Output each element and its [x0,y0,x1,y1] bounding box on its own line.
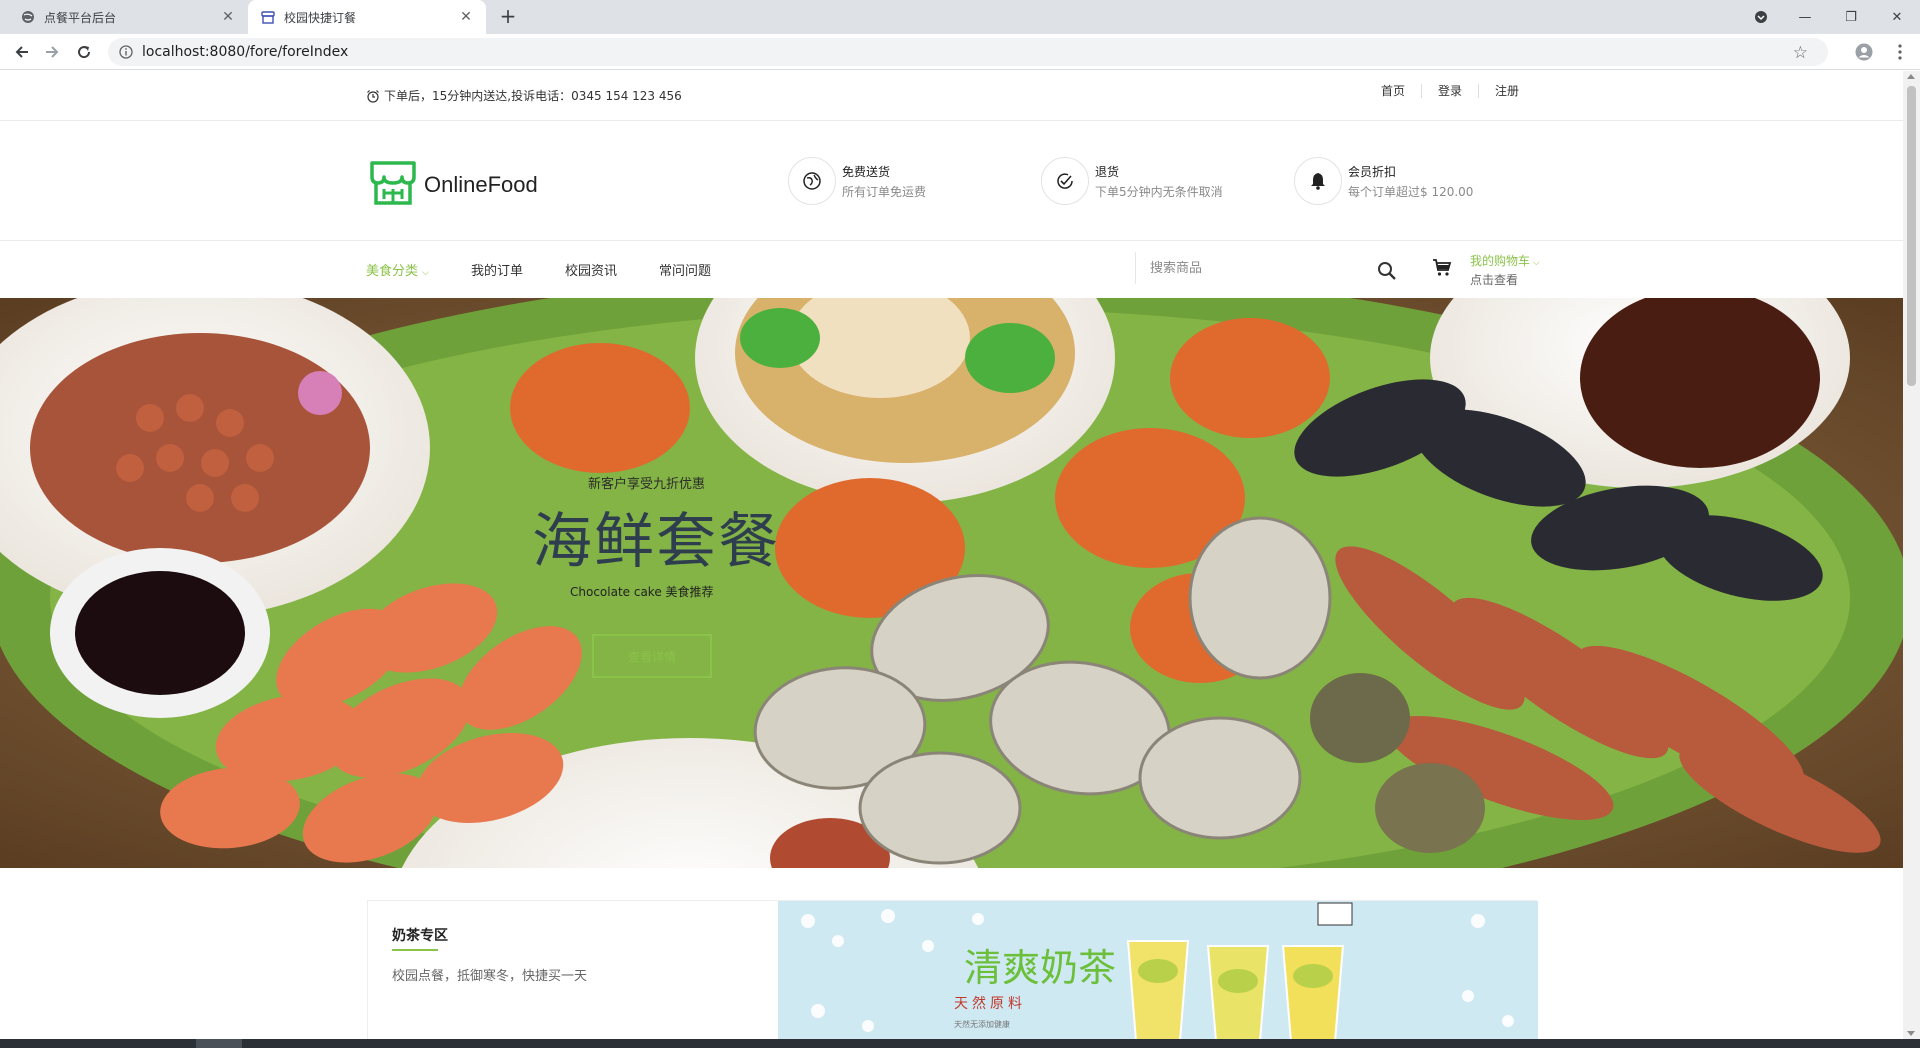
title-underline [392,949,438,951]
feature-free-delivery: 免费送货 所有订单免运费 [788,157,926,205]
home-link[interactable]: 首页 [1365,84,1421,98]
close-icon[interactable]: ✕ [458,9,474,25]
nav-label: 美食分类 [366,264,419,279]
milk-tea-banner-image [778,901,1538,1039]
section-title: 奶茶专区 [392,928,448,944]
cart-dropdown[interactable]: 我的购物车 ⌵ [1470,252,1540,269]
banner-subtitle: 天然原料 [954,996,1026,1012]
globe-favicon-icon [20,9,36,25]
feature-title: 退货 [1095,164,1120,179]
page-viewport: 下单后，15分钟内送达,投诉电话：0345 154 123 456 首页 登录 … [0,71,1903,1039]
hero-subtitle: 新客户享受九折优惠 [588,477,706,492]
feature-member-discount: 会员折扣 每个订单超过$ 120.00 [1294,157,1473,205]
hero-view-details-button[interactable]: 查看详情 [592,634,712,678]
notice-text: 下单后，15分钟内送达,投诉电话：0345 154 123 456 [384,89,682,103]
brand-name: OnlineFood [424,172,538,197]
forward-arrow-icon[interactable] [40,40,64,64]
browser-tab-admin[interactable]: 点餐平台后台 ✕ [8,0,248,34]
globe-icon [788,157,836,205]
os-taskbar [0,1039,1920,1048]
check-circle-icon [1041,157,1089,205]
cart-label: 我的购物车 [1470,254,1531,268]
alarm-clock-icon [366,89,380,103]
top-info-bar: 下单后，15分钟内送达,投诉电话：0345 154 123 456 首页 登录 … [0,71,1903,121]
feature-title: 会员折扣 [1348,164,1397,179]
browser-toolbar: localhost:8080/fore/foreIndex ☆ [0,34,1920,70]
banner-small-text: 天然无添加健康 [954,1020,1010,1029]
feature-subtitle: 所有订单免运费 [842,184,927,199]
nav-faq[interactable]: 常问问题 [659,260,711,279]
cart-view-link[interactable]: 点击查看 [1470,271,1518,288]
search-input[interactable] [1150,252,1398,284]
scrollbar-thumb[interactable] [1907,86,1916,386]
minimize-icon[interactable]: — [1782,0,1828,34]
nav-divider [1135,252,1136,284]
store-favicon-icon [260,9,276,25]
hero-title: 海鲜套餐 [532,507,780,577]
reload-icon[interactable] [72,40,96,64]
nav-food-categories[interactable]: 美食分类 ⌵ [366,260,429,279]
nav-menu: 美食分类 ⌵ 我的订单 校园资讯 常问问题 [366,260,753,279]
milk-tea-section: 奶茶专区 校园点餐，抵御寒冬，快捷买一天 清爽奶茶 天然原料 天然无添加健康 [367,900,1538,1039]
nav-campus-news[interactable]: 校园资讯 [565,260,617,279]
bookmark-star-icon[interactable]: ☆ [1793,43,1808,63]
chevron-down-icon: ⌵ [422,268,429,278]
login-link[interactable]: 登录 [1420,84,1478,98]
search-icon[interactable] [1376,260,1398,282]
taskbar-app-icon[interactable] [196,1039,242,1048]
browser-tab-ordering[interactable]: 校园快捷订餐 ✕ [248,0,486,34]
hero-description: Chocolate cake 美食推荐 [570,585,714,599]
feature-title: 免费送货 [842,164,891,179]
scroll-up-arrow-icon[interactable] [1907,74,1915,79]
menu-kebab-icon[interactable] [1888,40,1912,64]
seafood-platter-image [0,298,1903,868]
banner-title: 清爽奶茶 [964,946,1117,990]
info-icon[interactable] [118,44,134,60]
storefront-logo-icon [368,159,418,211]
tab-title: 点餐平台后台 [44,10,117,25]
bell-icon [1294,157,1342,205]
feature-returns: 退货 下单5分钟内无条件取消 [1041,157,1223,205]
window-close-icon[interactable]: ✕ [1874,0,1920,34]
feature-subtitle: 下单5分钟内无条件取消 [1095,184,1223,199]
profile-avatar-icon[interactable] [1852,40,1876,64]
milk-tea-banner[interactable]: 清爽奶茶 天然原料 天然无添加健康 [778,901,1538,1039]
nav-my-orders[interactable]: 我的订单 [471,260,523,279]
site-logo[interactable]: OnlineFood [368,159,538,211]
section-description: 校园点餐，抵御寒冬，快捷买一天 [392,969,588,984]
page-scrollbar[interactable] [1903,71,1920,1039]
feature-subtitle: 每个订单超过$ 120.00 [1348,184,1474,199]
hero-banner[interactable]: 新客户享受九折优惠 海鲜套餐 Chocolate cake 美食推荐 查看详情 [0,298,1903,868]
tab-search-icon[interactable] [1738,0,1784,34]
top-links: 首页 登录 注册 [1365,84,1535,98]
register-link[interactable]: 注册 [1477,84,1535,98]
shopping-cart-icon[interactable] [1432,258,1452,282]
restore-icon[interactable]: ❐ [1828,0,1874,34]
browser-tabstrip: 点餐平台后台 ✕ 校园快捷订餐 ✕ + — ❐ ✕ [0,0,1920,34]
site-header: OnlineFood 免费送货 所有订单免运费 退货 下单5分钟内无条件取消 会… [0,121,1903,241]
new-tab-icon[interactable]: + [498,6,518,27]
scroll-down-arrow-icon[interactable] [1907,1031,1915,1036]
close-icon[interactable]: ✕ [220,9,236,25]
address-bar[interactable]: localhost:8080/fore/foreIndex ☆ [108,38,1828,66]
delivery-notice: 下单后，15分钟内送达,投诉电话：0345 154 123 456 [366,87,682,104]
chevron-down-icon: ⌵ [1530,258,1540,268]
tab-title: 校园快捷订餐 [284,10,357,25]
main-nav: 美食分类 ⌵ 我的订单 校园资讯 常问问题 我的购物车 ⌵ 点击查看 [0,242,1903,296]
back-arrow-icon[interactable] [10,40,34,64]
url-text: localhost:8080/fore/foreIndex [142,44,349,60]
